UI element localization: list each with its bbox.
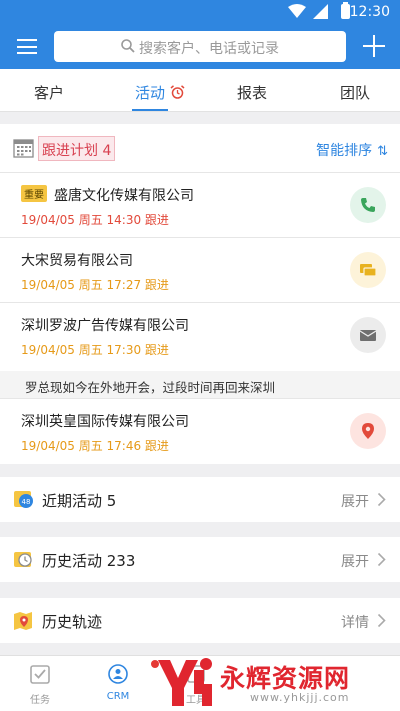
expand-link[interactable]: 展开 [341, 491, 369, 511]
company-name: 深圳英皇国际传媒有限公司 [21, 414, 189, 430]
search-input[interactable]: 搜索客户、电话或记录 [54, 31, 346, 62]
menu-icon[interactable] [17, 39, 37, 54]
company-name: 盛唐文化传媒有限公司 [54, 188, 194, 204]
alarm-clock-icon [170, 85, 185, 99]
expand-link[interactable]: 展开 [341, 551, 369, 571]
calendar-48-icon: 48 [14, 491, 33, 508]
watermark-logo [158, 658, 212, 706]
search-icon [121, 39, 135, 53]
chat-icon [360, 264, 377, 277]
plan-title[interactable]: 跟进计划 4 [38, 136, 116, 161]
watermark: 永辉资源网 www.yhkjjj.com [152, 654, 400, 711]
status-time: 12:30 [349, 4, 390, 20]
tab-activity[interactable]: 活动 [135, 82, 165, 103]
location-button[interactable] [350, 413, 386, 449]
section-label: 近期活动 5 [42, 492, 117, 510]
mail-icon [359, 330, 377, 341]
tab-customers[interactable]: 客户 [34, 82, 64, 103]
nav-label: 任务 [30, 695, 50, 706]
nav-crm[interactable]: CRM [93, 664, 143, 702]
plan-header: 跟进计划 4 智能排序 ⇅ [0, 124, 400, 173]
tab-reports[interactable]: 报表 [237, 82, 267, 103]
smart-sort-button[interactable]: 智能排序 ⇅ [316, 140, 388, 160]
svg-text:48: 48 [22, 498, 31, 506]
note-text: 罗总现如今在外地开会，过段时间再回来深圳 [25, 380, 276, 395]
nav-tasks[interactable]: 任务 [15, 664, 65, 706]
watermark-text: 永辉资源网 [220, 664, 351, 693]
followup-time: 19/04/05 周五 17:46 跟进 [21, 439, 169, 453]
call-button[interactable] [350, 187, 386, 223]
signal-icon [313, 4, 328, 19]
details-link[interactable]: 详情 [341, 612, 369, 632]
important-badge: 重要 [21, 185, 47, 202]
sort-label: 智能排序 [316, 143, 373, 159]
company-name: 深圳罗波广告传媒有限公司 [21, 318, 189, 334]
message-button[interactable] [350, 252, 386, 288]
status-bar: 12:30 [0, 0, 400, 24]
followup-note: 罗总现如今在外地开会，过段时间再回来深圳 [0, 371, 400, 399]
add-icon[interactable] [363, 35, 385, 57]
sort-arrows-icon: ⇅ [377, 144, 388, 159]
followup-time: 19/04/05 周五 17:30 跟进 [21, 343, 169, 357]
wifi-icon [288, 4, 306, 18]
company-name: 大宋贸易有限公司 [21, 253, 133, 269]
recent-activity-row[interactable]: 48 近期活动 5 展开 [0, 477, 400, 522]
nav-label: CRM [106, 691, 130, 702]
tab-bar: 客户 活动 报表 团队 [0, 69, 400, 112]
chevron-right-icon [377, 552, 386, 567]
followup-row[interactable]: 大宋贸易有限公司 19/04/05 周五 17:27 跟进 [0, 238, 400, 303]
watermark-url: www.yhkjjj.com [250, 691, 350, 704]
clock-folder-icon [14, 552, 32, 567]
app-bar: 搜索客户、电话或记录 [0, 24, 400, 69]
chevron-right-icon [377, 613, 386, 628]
history-activity-row[interactable]: 历史活动 233 展开 [0, 537, 400, 582]
section-label: 历史轨迹 [42, 613, 103, 631]
phone-icon [361, 198, 375, 212]
email-button[interactable] [350, 317, 386, 353]
battery-icon [341, 2, 350, 19]
tab-team[interactable]: 团队 [340, 82, 370, 103]
followup-row[interactable]: 深圳英皇国际传媒有限公司 19/04/05 周五 17:46 跟进 [0, 399, 400, 464]
history-track-row[interactable]: 历史轨迹 详情 [0, 598, 400, 643]
followup-plan-card: 跟进计划 4 智能排序 ⇅ 重要 盛唐文化传媒有限公司 19/04/05 周五 14… [0, 124, 400, 464]
chevron-right-icon [377, 492, 386, 507]
location-icon [362, 423, 374, 439]
section-label: 历史活动 233 [42, 552, 136, 570]
followup-row[interactable]: 重要 盛唐文化传媒有限公司 19/04/05 周五 14:30 跟进 [0, 173, 400, 238]
followup-time: 19/04/05 周五 14:30 跟进 [21, 213, 169, 227]
followup-row[interactable]: 深圳罗波广告传媒有限公司 19/04/05 周五 17:30 跟进 [0, 303, 400, 371]
active-tab-indicator [132, 109, 168, 111]
map-pin-icon [14, 612, 32, 630]
crm-icon [108, 664, 128, 684]
search-placeholder: 搜索客户、电话或记录 [139, 41, 279, 57]
tasks-icon [30, 665, 50, 684]
followup-time: 19/04/05 周五 17:27 跟进 [21, 278, 169, 292]
calendar-icon [13, 139, 34, 158]
